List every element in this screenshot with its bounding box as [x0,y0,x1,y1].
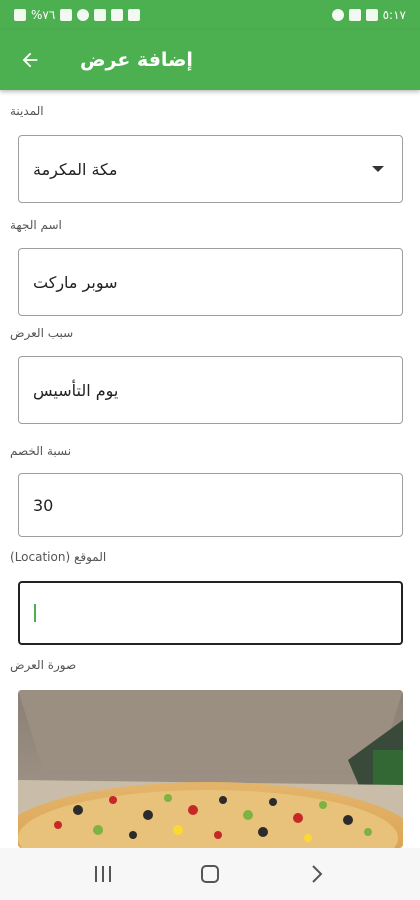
battery-icon [14,9,26,21]
app-bar: إضافة عرض [0,30,420,90]
notification-icon [365,9,378,21]
city-dropdown[interactable]: مكة المكرمة [18,135,403,203]
offer-reason-label: سبب العرض [10,326,74,340]
recent-apps-button[interactable] [83,854,123,894]
status-bar: %٧٦ ٥:١٧ [0,0,420,30]
text-cursor [34,604,36,622]
snapchat-icon [331,9,344,21]
entity-name-label: اسم الجهة [10,218,62,232]
gallery-icon [348,9,361,21]
form-content: المدينة مكة المكرمة اسم الجهة سوبر ماركت… [0,90,420,848]
chevron-right-icon [311,865,323,883]
arrow-back-icon [22,52,38,68]
city-label: المدينة [10,104,44,118]
home-icon [200,865,219,883]
entity-name-input[interactable]: سوبر ماركت [18,248,403,316]
offer-image-label: صورة العرض [10,658,77,672]
page-title: إضافة عرض [80,49,193,71]
location-input[interactable] [18,581,403,645]
back-button[interactable] [0,30,60,90]
back-nav-button[interactable] [297,854,337,894]
recent-apps-icon [95,866,112,882]
location-label: الموقع (Location) [10,550,107,564]
status-right: ٥:١٧ [331,8,406,22]
discount-input[interactable]: 30 [18,473,403,537]
mute-icon [94,9,107,21]
clock: ٥:١٧ [382,8,406,22]
home-button[interactable] [190,854,230,894]
offer-reason-input[interactable]: يوم التأسيس [18,356,403,424]
signal-icon [60,9,73,21]
discount-label: نسبة الخصم [10,444,72,458]
alarm-icon [111,9,124,21]
dropdown-arrow-icon [372,166,384,172]
discount-value: 30 [33,495,54,515]
city-value: مكة المكرمة [33,159,118,179]
offer-image[interactable] [18,690,403,848]
pizza-photo [18,690,403,848]
system-nav-bar [0,848,420,900]
status-left: %٧٦ [14,8,141,22]
battery-percent: %٧٦ [31,8,56,22]
wifi-icon [77,9,90,21]
entity-name-value: سوبر ماركت [33,272,118,292]
offer-reason-value: يوم التأسيس [33,380,119,400]
lock-icon [128,9,141,21]
